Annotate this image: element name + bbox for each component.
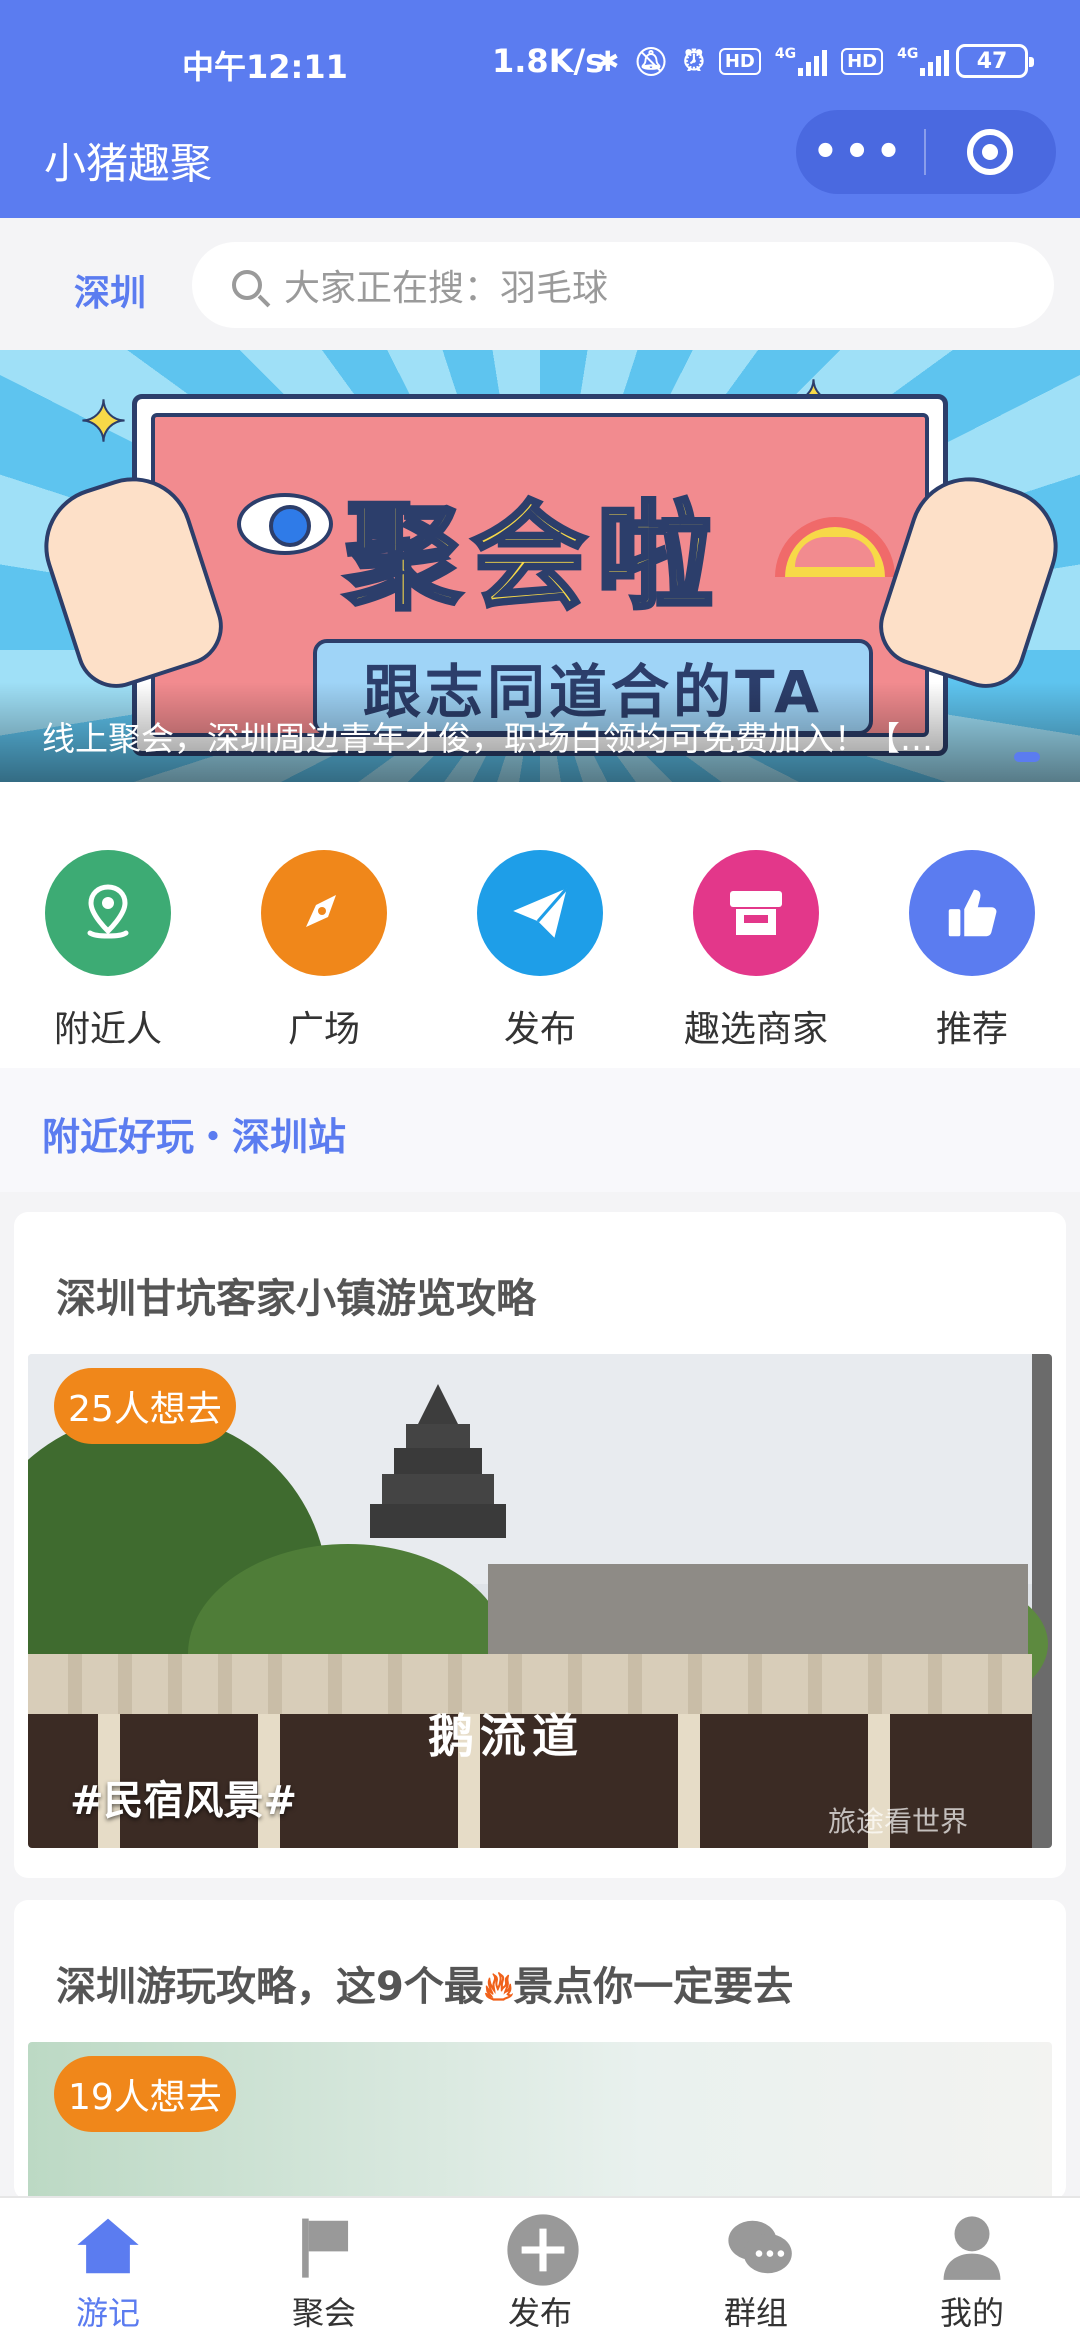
hd-badge-1: HD xyxy=(718,47,761,75)
app-title: 小猪趣聚 xyxy=(44,139,213,188)
status-icons: ✱ 🔕︎ ⏰︎ HD 4G HD 4G xyxy=(596,44,950,78)
tab-label: 聚会 xyxy=(291,2294,356,2332)
want-to-go-badge: 25人想去 xyxy=(54,1368,236,1444)
flag-icon xyxy=(289,2212,359,2282)
app-header: 中午12:11 1.8K/s ✱ 🔕︎ ⏰︎ HD 4G HD 4G 47 小猪… xyxy=(0,0,1080,218)
want-to-go-badge: 19人想去 xyxy=(54,2056,236,2132)
more-menu-icon[interactable]: ••• xyxy=(796,132,924,172)
banner-caption: 线上聚会，深圳周边青年才俊，职场白领均可免费加入！【… xyxy=(42,719,933,758)
quick-nav-square[interactable]: 广场 xyxy=(216,850,432,1052)
network-type-1: 4G xyxy=(774,46,797,62)
tab-label: 我的 xyxy=(939,2294,1004,2332)
battery-icon: 47 xyxy=(956,44,1034,78)
tab-travelogue[interactable]: 游记 xyxy=(0,2212,216,2334)
quick-nav-recommend[interactable]: 推荐 xyxy=(864,850,1080,1052)
miniprogram-capsule: ••• xyxy=(796,110,1056,194)
signal-icon-1: 4G xyxy=(774,46,828,76)
mute-icon: 🔕︎ xyxy=(633,44,670,78)
compass-icon xyxy=(261,850,387,976)
quick-nav-nearby[interactable]: 附近人 xyxy=(0,850,216,1052)
bottom-tab-bar: 游记 聚会 发布 群组 我的 xyxy=(0,2196,1080,2340)
section-title: 附近好玩・深圳站 xyxy=(42,1115,347,1159)
signal-icon-2: 4G xyxy=(897,46,950,76)
tab-gathering[interactable]: 聚会 xyxy=(216,2212,432,2334)
search-placeholder: 大家正在搜：羽毛球 xyxy=(284,268,609,309)
eye-icon xyxy=(237,493,333,555)
quick-nav-label: 附近人 xyxy=(53,1009,162,1050)
post-card[interactable]: 深圳甘坑客家小镇游览攻略 鹅流道 旅途看世界 25人想去 #民宿风景# xyxy=(14,1212,1066,1878)
storefront-sign: 鹅流道 xyxy=(428,1709,584,1763)
search-row: 深圳 大家正在搜：羽毛球 xyxy=(0,218,1080,350)
nearby-section-header: 附近好玩・深圳站 xyxy=(0,1068,1080,1192)
battery-level: 47 xyxy=(976,48,1008,74)
location-pin-icon xyxy=(45,850,171,976)
tab-label: 群组 xyxy=(723,2294,788,2332)
status-network-speed: 1.8K/s xyxy=(492,42,605,80)
target-close-icon xyxy=(967,129,1013,175)
status-bar: 中午12:11 1.8K/s ✱ 🔕︎ ⏰︎ HD 4G HD 4G 47 xyxy=(0,0,1080,120)
fire-icon: 🔥︎ xyxy=(483,1964,514,2010)
quick-nav: 附近人 广场 发布 趣选商家 推荐 xyxy=(0,782,1080,1068)
rainbow-icon xyxy=(775,517,895,577)
close-miniprogram-button[interactable] xyxy=(926,129,1054,175)
post-tag[interactable]: #民宿风景# xyxy=(70,1768,297,1826)
promo-banner[interactable]: ✦ ✦ 聚会啦 跟志同道合的TA 线上聚会，深圳周边青年才俊，职场白领均可免费加… xyxy=(0,350,1080,782)
alarm-icon: ⏰︎ xyxy=(683,44,705,77)
post-title: 深圳甘坑客家小镇游览攻略 xyxy=(56,1276,536,1322)
shop-icon xyxy=(693,850,819,976)
city-selector[interactable]: 深圳 xyxy=(74,264,146,316)
tab-publish[interactable]: 发布 xyxy=(432,2212,648,2334)
chat-bubbles-icon xyxy=(721,2212,792,2282)
search-input[interactable]: 大家正在搜：羽毛球 xyxy=(192,242,1054,328)
sparkle-icon: ✦ xyxy=(79,389,128,456)
tab-label: 游记 xyxy=(75,2294,140,2332)
search-icon xyxy=(232,270,262,300)
status-time: 中午12:11 xyxy=(182,48,348,86)
banner-page-indicator xyxy=(1014,752,1040,762)
tab-label: 发布 xyxy=(507,2294,572,2332)
tab-mine[interactable]: 我的 xyxy=(864,2212,1080,2334)
post-image[interactable]: 鹅流道 旅途看世界 25人想去 #民宿风景# xyxy=(28,1354,1052,1848)
quick-nav-publish[interactable]: 发布 xyxy=(432,850,648,1052)
hd-badge-2: HD xyxy=(841,47,884,75)
post-image[interactable]: 19人想去 xyxy=(28,2042,1052,2200)
bluetooth-icon: ✱ xyxy=(596,44,620,78)
banner-caption-bar: 线上聚会，深圳周边青年才俊，职场白领均可免费加入！【… xyxy=(0,682,1080,782)
tab-groups[interactable]: 群组 xyxy=(648,2212,864,2334)
person-icon xyxy=(937,2212,1007,2282)
quick-nav-label: 发布 xyxy=(503,1009,576,1050)
post-card[interactable]: 深圳游玩攻略，这9个最🔥︎景点你一定要去 19人想去 xyxy=(14,1900,1066,2200)
banner-headline: 聚会啦 xyxy=(343,488,723,627)
thumbs-up-icon xyxy=(909,850,1035,976)
plus-circle-icon xyxy=(505,2212,579,2286)
post-title: 深圳游玩攻略，这9个最🔥︎景点你一定要去 xyxy=(56,1954,793,2012)
photo-watermark: 旅途看世界 xyxy=(828,1805,969,1838)
network-type-2: 4G xyxy=(897,46,919,62)
quick-nav-label: 推荐 xyxy=(935,1009,1008,1050)
post-title-start: 深圳游玩攻略，这9个最 xyxy=(56,1964,484,2010)
paper-plane-icon xyxy=(477,850,603,976)
quick-nav-label: 广场 xyxy=(287,1009,360,1050)
home-icon xyxy=(73,2212,143,2282)
post-title-end: 景点你一定要去 xyxy=(513,1964,794,2010)
quick-nav-label: 趣选商家 xyxy=(683,1009,828,1050)
quick-nav-merchants[interactable]: 趣选商家 xyxy=(648,850,864,1052)
